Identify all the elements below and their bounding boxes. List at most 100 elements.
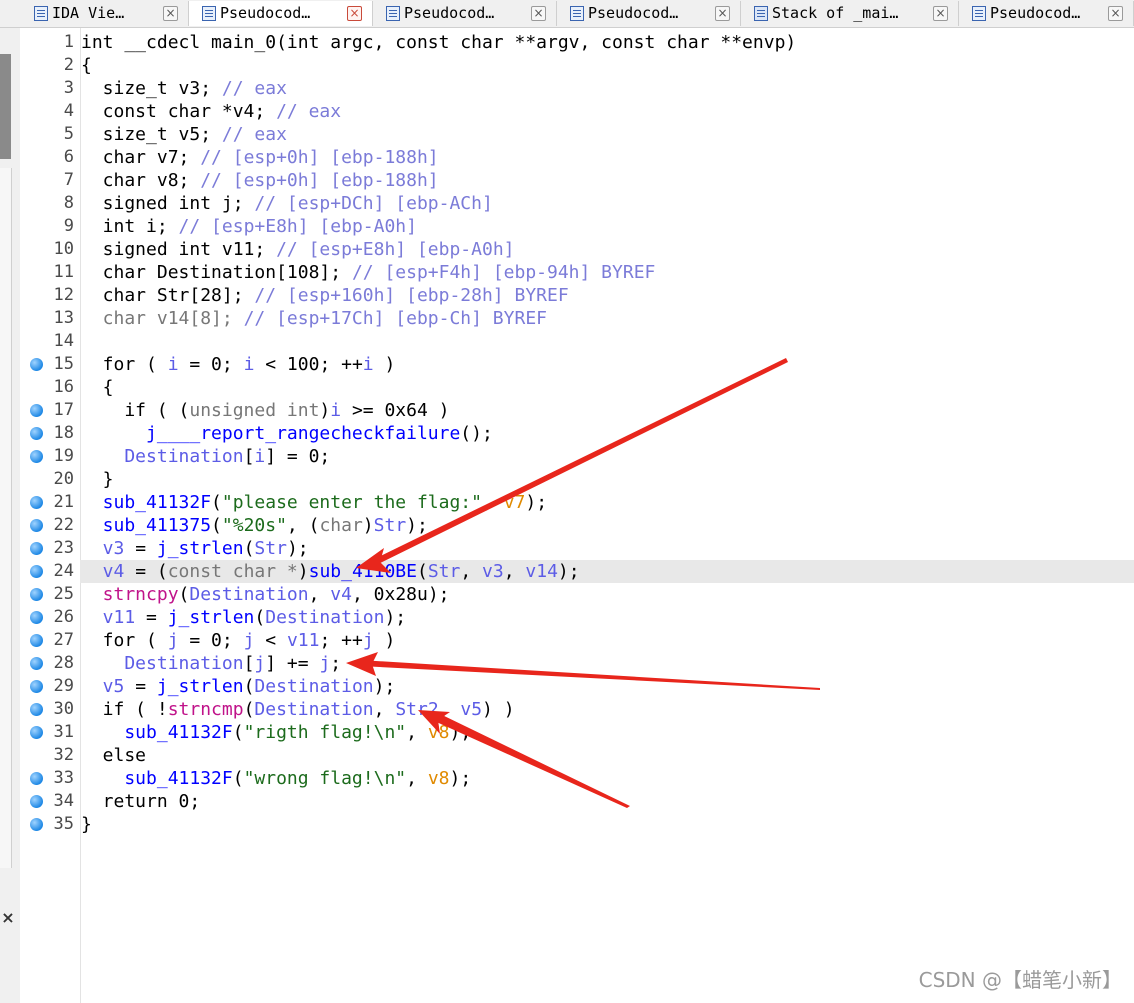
tab-close-icon[interactable]: × bbox=[531, 6, 546, 21]
breakpoint-dot-icon[interactable] bbox=[30, 703, 43, 716]
code-line[interactable]: 33 sub_41132F("wrong flag!\n", v8); bbox=[20, 767, 1134, 790]
code-token: (); bbox=[460, 423, 493, 444]
code-line[interactable]: 16 { bbox=[20, 376, 1134, 399]
code-token: char v8; bbox=[81, 170, 201, 191]
left-scrollbar-track[interactable] bbox=[0, 168, 12, 868]
code-line[interactable]: 34 return 0; bbox=[20, 790, 1134, 813]
breakpoint-dot-icon[interactable] bbox=[30, 358, 43, 371]
code-line[interactable]: 18 j____report_rangecheckfailure(); bbox=[20, 422, 1134, 445]
breakpoint-dot-icon[interactable] bbox=[30, 726, 43, 739]
code-line[interactable]: 3 size_t v3; // eax bbox=[20, 77, 1134, 100]
breakpoint-dot-icon[interactable] bbox=[30, 657, 43, 670]
code-token: Destination bbox=[254, 676, 374, 697]
code-token: ) bbox=[373, 354, 396, 375]
code-token: = bbox=[124, 676, 157, 697]
tab-close-icon[interactable]: × bbox=[715, 6, 730, 21]
code-token: size_t v5; bbox=[81, 124, 222, 145]
tab-close-icon[interactable]: × bbox=[1108, 6, 1123, 21]
stack-icon bbox=[754, 6, 768, 21]
code-line[interactable]: 35} bbox=[20, 813, 1134, 836]
code-line[interactable]: 32 else bbox=[20, 744, 1134, 767]
tab-close-icon[interactable]: × bbox=[163, 6, 178, 21]
code-token: sub_41132F bbox=[81, 492, 212, 513]
left-scrollbar-thumb[interactable] bbox=[0, 54, 11, 159]
code-line[interactable]: 28 Destination[j] += j; bbox=[20, 652, 1134, 675]
code-line[interactable]: 29 v5 = j_strlen(Destination); bbox=[20, 675, 1134, 698]
code-line[interactable]: 20 } bbox=[20, 468, 1134, 491]
code-line[interactable]: 25 strncpy(Destination, v4, 0x28u); bbox=[20, 583, 1134, 606]
breakpoint-dot-icon[interactable] bbox=[30, 772, 43, 785]
code-token: , ( bbox=[286, 515, 320, 536]
line-number: 12 bbox=[53, 285, 74, 305]
code-token: ( bbox=[178, 584, 190, 605]
breakpoint-dot-icon[interactable] bbox=[30, 588, 43, 601]
code-line[interactable]: 17 if ( (unsigned int)i >= 0x64 ) bbox=[20, 399, 1134, 422]
breakpoint-dot-icon[interactable] bbox=[30, 680, 43, 693]
code-line[interactable]: 24 v4 = (const char *)sub_4110BE(Str, v3… bbox=[20, 560, 1134, 583]
line-number: 5 bbox=[63, 124, 74, 144]
code-token: "wrong flag!\n" bbox=[243, 768, 407, 789]
breakpoint-dot-icon[interactable] bbox=[30, 542, 43, 555]
code-token: i bbox=[254, 446, 266, 467]
breakpoint-dot-icon[interactable] bbox=[30, 450, 43, 463]
line-number: 19 bbox=[53, 446, 74, 466]
code-line[interactable]: 27 for ( j = 0; j < v11; ++j ) bbox=[20, 629, 1134, 652]
left-panel-close-icon[interactable]: × bbox=[0, 908, 16, 928]
tab-2[interactable]: Pseudocod… × bbox=[189, 1, 373, 26]
code-line[interactable]: 1 int __cdecl main_0(int argc, const char… bbox=[20, 31, 1134, 54]
code-line[interactable]: 19 Destination[i] = 0; bbox=[20, 445, 1134, 468]
code-text: char Str[28]; // [esp+160h] [ebp-28h] BY… bbox=[81, 284, 569, 307]
code-text: v11 = j_strlen(Destination); bbox=[81, 606, 406, 629]
code-token: ] = 0; bbox=[265, 446, 331, 467]
breakpoint-dot-icon[interactable] bbox=[30, 611, 43, 624]
tab-3[interactable]: Pseudocod… × bbox=[373, 1, 557, 26]
breakpoint-dot-icon[interactable] bbox=[30, 818, 43, 831]
tab-close-icon[interactable]: × bbox=[347, 6, 362, 21]
code-line[interactable]: 21 sub_41132F("please enter the flag:", … bbox=[20, 491, 1134, 514]
code-line[interactable]: 22 sub_411375("%20s", (char)Str); bbox=[20, 514, 1134, 537]
breakpoint-dot-icon[interactable] bbox=[30, 565, 43, 578]
code-line[interactable]: 4 const char *v4; // eax bbox=[20, 100, 1134, 123]
code-line[interactable]: 23 v3 = j_strlen(Str); bbox=[20, 537, 1134, 560]
code-line[interactable]: 13 char v14[8]; // [esp+17Ch] [ebp-Ch] B… bbox=[20, 307, 1134, 330]
code-text: char Destination[108]; // [esp+F4h] [ebp… bbox=[81, 261, 656, 284]
tab-close-icon[interactable]: × bbox=[933, 6, 948, 21]
code-line[interactable]: 7 char v8; // [esp+0h] [ebp-188h] bbox=[20, 169, 1134, 192]
code-line[interactable]: 10 signed int v11; // [esp+E8h] [ebp-A0h… bbox=[20, 238, 1134, 261]
code-line[interactable]: 12 char Str[28]; // [esp+160h] [ebp-28h]… bbox=[20, 284, 1134, 307]
code-token: v11 bbox=[286, 630, 320, 651]
breakpoint-dot-icon[interactable] bbox=[30, 404, 43, 417]
breakpoint-dot-icon[interactable] bbox=[30, 427, 43, 440]
code-line[interactable]: 8 signed int j; // [esp+DCh] [ebp-ACh] bbox=[20, 192, 1134, 215]
code-token: = 0; bbox=[178, 354, 244, 375]
code-token: const char * bbox=[167, 561, 298, 582]
code-token: // [esp+0h] [ebp-188h] bbox=[200, 170, 439, 191]
code-token: = 0; bbox=[178, 630, 244, 651]
code-line[interactable]: 26 v11 = j_strlen(Destination); bbox=[20, 606, 1134, 629]
code-line[interactable]: 5 size_t v5; // eax bbox=[20, 123, 1134, 146]
breakpoint-dot-icon[interactable] bbox=[30, 795, 43, 808]
code-line[interactable]: 30 if ( !strncmp(Destination, Str2, v5) … bbox=[20, 698, 1134, 721]
code-line[interactable]: 31 sub_41132F("rigth flag!\n", v8); bbox=[20, 721, 1134, 744]
code-line[interactable]: 11 char Destination[108]; // [esp+F4h] [… bbox=[20, 261, 1134, 284]
tab-5[interactable]: Stack of _mai… × bbox=[741, 1, 959, 26]
line-number: 26 bbox=[53, 607, 74, 627]
code-text: int i; // [esp+E8h] [ebp-A0h] bbox=[81, 215, 417, 238]
line-number: 15 bbox=[53, 354, 74, 374]
code-line[interactable]: 15 for ( i = 0; i < 100; ++i ) bbox=[20, 353, 1134, 376]
tab-1[interactable]: IDA Vie… × bbox=[21, 1, 189, 26]
code-token: v5 bbox=[81, 676, 125, 697]
line-number: 8 bbox=[63, 193, 74, 213]
breakpoint-dot-icon[interactable] bbox=[30, 519, 43, 532]
code-line[interactable]: 14 bbox=[20, 330, 1134, 353]
breakpoint-dot-icon[interactable] bbox=[30, 496, 43, 509]
tab-6[interactable]: Pseudocod… × bbox=[959, 1, 1134, 26]
line-number: 2 bbox=[63, 55, 74, 75]
code-token: ( bbox=[243, 538, 255, 559]
tab-4[interactable]: Pseudocod… × bbox=[557, 1, 741, 26]
breakpoint-dot-icon[interactable] bbox=[30, 634, 43, 647]
code-line[interactable]: 9 int i; // [esp+E8h] [ebp-A0h] bbox=[20, 215, 1134, 238]
code-line[interactable]: 2{ bbox=[20, 54, 1134, 77]
code-token: Str bbox=[254, 538, 287, 559]
code-line[interactable]: 6 char v7; // [esp+0h] [ebp-188h] bbox=[20, 146, 1134, 169]
